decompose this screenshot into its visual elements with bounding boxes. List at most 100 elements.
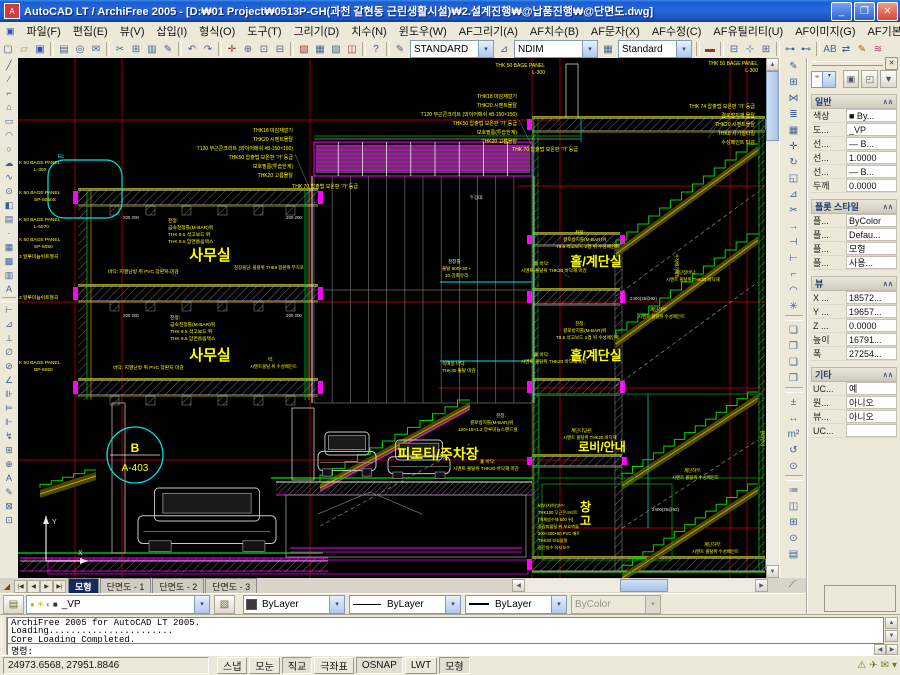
mirror-icon[interactable]: ⋈ [783, 90, 805, 106]
command-history[interactable]: ArchiFree 2005 for AutoCAD LT 2005.Loadi… [7, 617, 884, 646]
chevron-down-icon[interactable]: ▾ [551, 596, 566, 613]
dim-continue-icon[interactable]: ⊶ [782, 41, 798, 57]
status-toggle-극좌표[interactable]: 극좌표 [314, 657, 354, 674]
property-value[interactable]: 18572... [846, 291, 897, 304]
array-icon[interactable]: ▦ [783, 122, 805, 138]
scroll-up-icon[interactable]: ▲ [766, 58, 779, 71]
close-button[interactable]: ✕ [877, 2, 898, 21]
area-icon[interactable]: m² [783, 426, 805, 442]
offset-icon[interactable]: ≣ [783, 106, 805, 122]
match-properties-icon[interactable]: ✎ [160, 41, 176, 57]
make-block-icon[interactable]: ▤ [1, 212, 17, 226]
property-value[interactable]: _VP [846, 123, 897, 136]
horizontal-scrollbar[interactable]: ◀ ▶ [512, 579, 768, 592]
find-icon[interactable]: ▧ [296, 41, 312, 57]
zoom-window-icon[interactable]: ⊡ [256, 41, 272, 57]
dim-radius-icon[interactable]: ∅ [1, 345, 17, 359]
markup-icon[interactable]: ◫ [344, 41, 360, 57]
property-value[interactable]: Defau... [846, 228, 897, 241]
toggle-pickadd-icon[interactable]: ▼ [880, 70, 897, 88]
dim-edit2-icon[interactable]: ✎ [1, 485, 17, 499]
chevron-up-icon[interactable]: ∧∧ [883, 371, 893, 379]
property-value[interactable]: ■ By... [846, 109, 897, 122]
property-value[interactable]: 예 [846, 382, 897, 395]
scroll-right-icon[interactable]: ▶ [755, 579, 768, 592]
color-combo[interactable]: ByLayer ▾ [243, 595, 345, 614]
table2-icon[interactable]: ▥ [1, 268, 17, 282]
dim-center-icon[interactable]: ⊹ [742, 41, 758, 57]
dim-text-edit-icon[interactable]: A [1, 471, 17, 485]
menu-item-AF그리기[interactable]: AF그리기(A) [453, 23, 524, 39]
dim-style-combo[interactable]: NDIM▾ [514, 40, 598, 58]
menu-item-파일[interactable]: 파일(F) [21, 23, 67, 39]
tab-nav-0[interactable]: |◀ [14, 580, 27, 593]
menu-item-AF유틸리티[interactable]: AF유틸리티(U) [707, 23, 789, 39]
property-value[interactable]: 1.0000 [846, 151, 897, 164]
chevron-up-icon[interactable]: ∧∧ [883, 98, 893, 106]
palette-section-header[interactable]: 기타∧∧ [811, 367, 897, 382]
revcloud-icon[interactable]: ☁ [1, 156, 17, 170]
setvar-icon[interactable]: ⊙ [783, 530, 805, 546]
point-icon[interactable]: · [1, 226, 17, 240]
scroll-right-icon[interactable]: ▶ [886, 644, 898, 655]
erase-icon[interactable]: ✎ [783, 58, 805, 74]
redo-icon[interactable]: ↷ [200, 41, 216, 57]
id-point-icon[interactable]: ⊙ [783, 458, 805, 474]
menu-item-형식[interactable]: 형식(O) [193, 23, 241, 39]
text-style-combo[interactable]: STANDARD▾ [410, 40, 494, 58]
qleader-icon[interactable]: ↯ [1, 429, 17, 443]
object-type-combo[interactable]: ⌖▾ [811, 71, 836, 88]
preview-icon[interactable]: ◎ [72, 41, 88, 57]
property-value[interactable] [846, 424, 897, 437]
tab-nav-3[interactable]: ▶| [53, 580, 66, 593]
break-point-icon[interactable]: ⊣ [783, 234, 805, 250]
zoom-previous-icon[interactable]: ⊟ [272, 41, 288, 57]
table-style-combo-icon[interactable]: ▦ [600, 41, 616, 57]
dim-aligned-icon[interactable]: ⊿ [1, 317, 17, 331]
mtext-icon[interactable]: A [1, 282, 17, 296]
quickcalc-icon[interactable]: ± [783, 394, 805, 410]
tab-단면도 - 2[interactable]: 단면도 - 2 [152, 578, 204, 593]
text-style-combo-icon[interactable]: ✎ [392, 41, 408, 57]
table-icon[interactable]: ▦ [312, 41, 328, 57]
status-toggle-모형[interactable]: 모형 [439, 657, 469, 674]
insert-block-icon[interactable]: ◧ [1, 198, 17, 212]
rotate-icon[interactable]: ↻ [783, 154, 805, 170]
dim-baseline-icon[interactable]: ⊟ [726, 41, 742, 57]
chevron-down-icon[interactable]: ▾ [329, 596, 344, 613]
move-icon[interactable]: ✛ [783, 138, 805, 154]
copy-object-icon[interactable]: ⊞ [783, 74, 805, 90]
draworder-front-icon[interactable]: ❏ [783, 322, 805, 338]
property-value[interactable]: 모형 [846, 242, 897, 255]
dim-style-combo-icon[interactable]: ⊿ [496, 41, 512, 57]
property-value[interactable]: 16791... [846, 333, 897, 346]
tab-nav-1[interactable]: ◀ [27, 580, 40, 593]
zoom-realtime-icon[interactable]: ⊕ [240, 41, 256, 57]
chevron-down-icon[interactable]: ▾ [445, 596, 460, 613]
scroll-down-icon[interactable]: ▼ [766, 565, 779, 578]
time-icon[interactable]: ↺ [783, 442, 805, 458]
select-objects-icon[interactable]: ◰ [861, 70, 878, 88]
tab-단면도 - 1[interactable]: 단면도 - 1 [100, 578, 152, 593]
extend-icon[interactable]: → [783, 218, 805, 234]
dist-icon[interactable]: ↔ [783, 410, 805, 426]
restore-button[interactable]: ❐ [854, 2, 875, 21]
scroll-left-icon[interactable]: ◀ [512, 579, 525, 592]
menu-item-AF기본심볼[interactable]: AF기본심볼(L) [862, 23, 900, 39]
chevron-up-icon[interactable]: ∧∧ [883, 203, 893, 211]
chevron-down-icon[interactable]: ▾ [478, 41, 493, 57]
dim-style2-icon[interactable]: ≋ [870, 41, 886, 57]
status-toggle-스냅[interactable]: 스냅 [217, 657, 247, 674]
spline-icon[interactable]: ∿ [1, 170, 17, 184]
menu-item-삽입[interactable]: 삽입(I) [151, 23, 194, 39]
chevron-down-icon[interactable]: ▾ [676, 41, 691, 57]
layer-manager-icon[interactable]: ▤ [3, 595, 24, 614]
polygon-icon[interactable]: ⌂ [1, 100, 17, 114]
associated-dwg-icon[interactable]: ✈ [869, 660, 877, 671]
props-icon[interactable]: ▤ [783, 546, 805, 562]
undo-icon[interactable]: ↶ [184, 41, 200, 57]
arc-icon[interactable]: ◠ [1, 128, 17, 142]
dim-linear2-icon[interactable]: ⊢ [1, 303, 17, 317]
regen-icon[interactable]: ◫ [783, 498, 805, 514]
dim-edit-icon[interactable]: ⊞ [758, 41, 774, 57]
